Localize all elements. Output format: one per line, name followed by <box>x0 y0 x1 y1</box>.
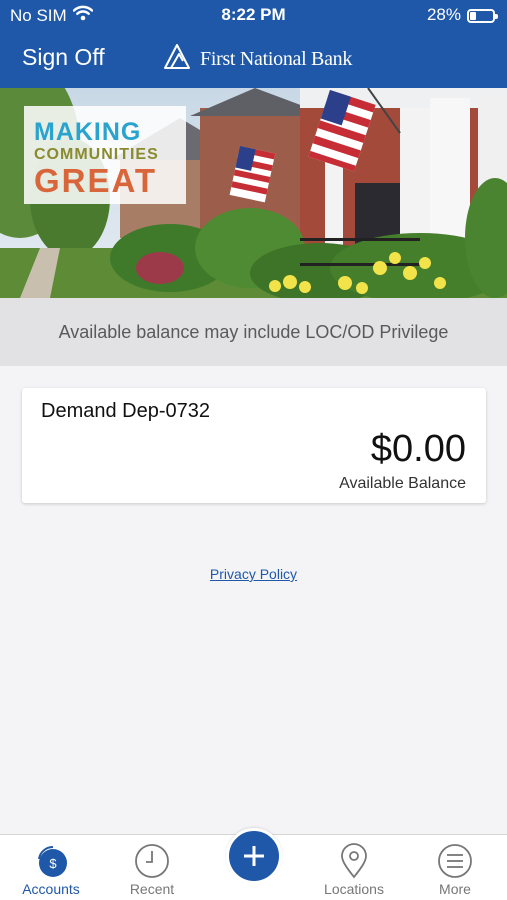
battery-percent: 28% <box>426 5 461 24</box>
tab-locations[interactable]: Locations <box>309 835 399 900</box>
status-bar: No SIM 8:22 PM 28% <box>0 0 507 30</box>
location-pin-icon <box>341 843 367 879</box>
account-balance: $0.00 <box>370 428 466 470</box>
tab-more[interactable]: More <box>410 835 500 900</box>
logo-line-3: GREAT <box>34 162 158 199</box>
tab-locations-label: Locations <box>324 881 384 897</box>
logo-line-2: COMMUNITIES <box>34 146 159 163</box>
menu-icon <box>438 844 472 878</box>
account-name: Demand Dep-0732 <box>41 400 210 422</box>
tab-accounts[interactable]: $ Accounts <box>6 835 96 900</box>
tab-recent-label: Recent <box>129 881 175 897</box>
add-action-button[interactable] <box>226 828 282 884</box>
promo-banner: MAKING COMMUNITIES GREAT <box>0 88 507 298</box>
bank-logo: First National Bank <box>162 42 352 77</box>
privacy-policy-link[interactable]: Privacy Policy <box>0 566 507 582</box>
making-communities-great-logo: MAKING COMMUNITIES GREAT <box>24 106 186 204</box>
accounts-icon: $ <box>38 845 67 877</box>
app-header: Sign Off First National Bank <box>0 30 507 88</box>
tab-recent[interactable]: Recent <box>107 835 197 900</box>
balance-notice: Available balance may include LOC/OD Pri… <box>0 298 507 366</box>
plus-icon <box>244 846 264 866</box>
bank-name: First National Bank <box>200 48 353 70</box>
svg-text:$: $ <box>49 856 57 871</box>
tab-accounts-label: Accounts <box>22 881 80 897</box>
clock-icon <box>135 844 169 878</box>
bank-logo-icon <box>162 42 192 77</box>
account-card[interactable]: Demand Dep-0732 $0.00 Available Balance <box>22 388 486 503</box>
logo-line-1: MAKING <box>34 118 142 146</box>
balance-label: Available Balance <box>339 475 466 492</box>
tab-more-label: More <box>439 881 471 897</box>
battery-icon <box>467 8 498 23</box>
sign-off-button[interactable]: Sign Off <box>22 44 105 71</box>
